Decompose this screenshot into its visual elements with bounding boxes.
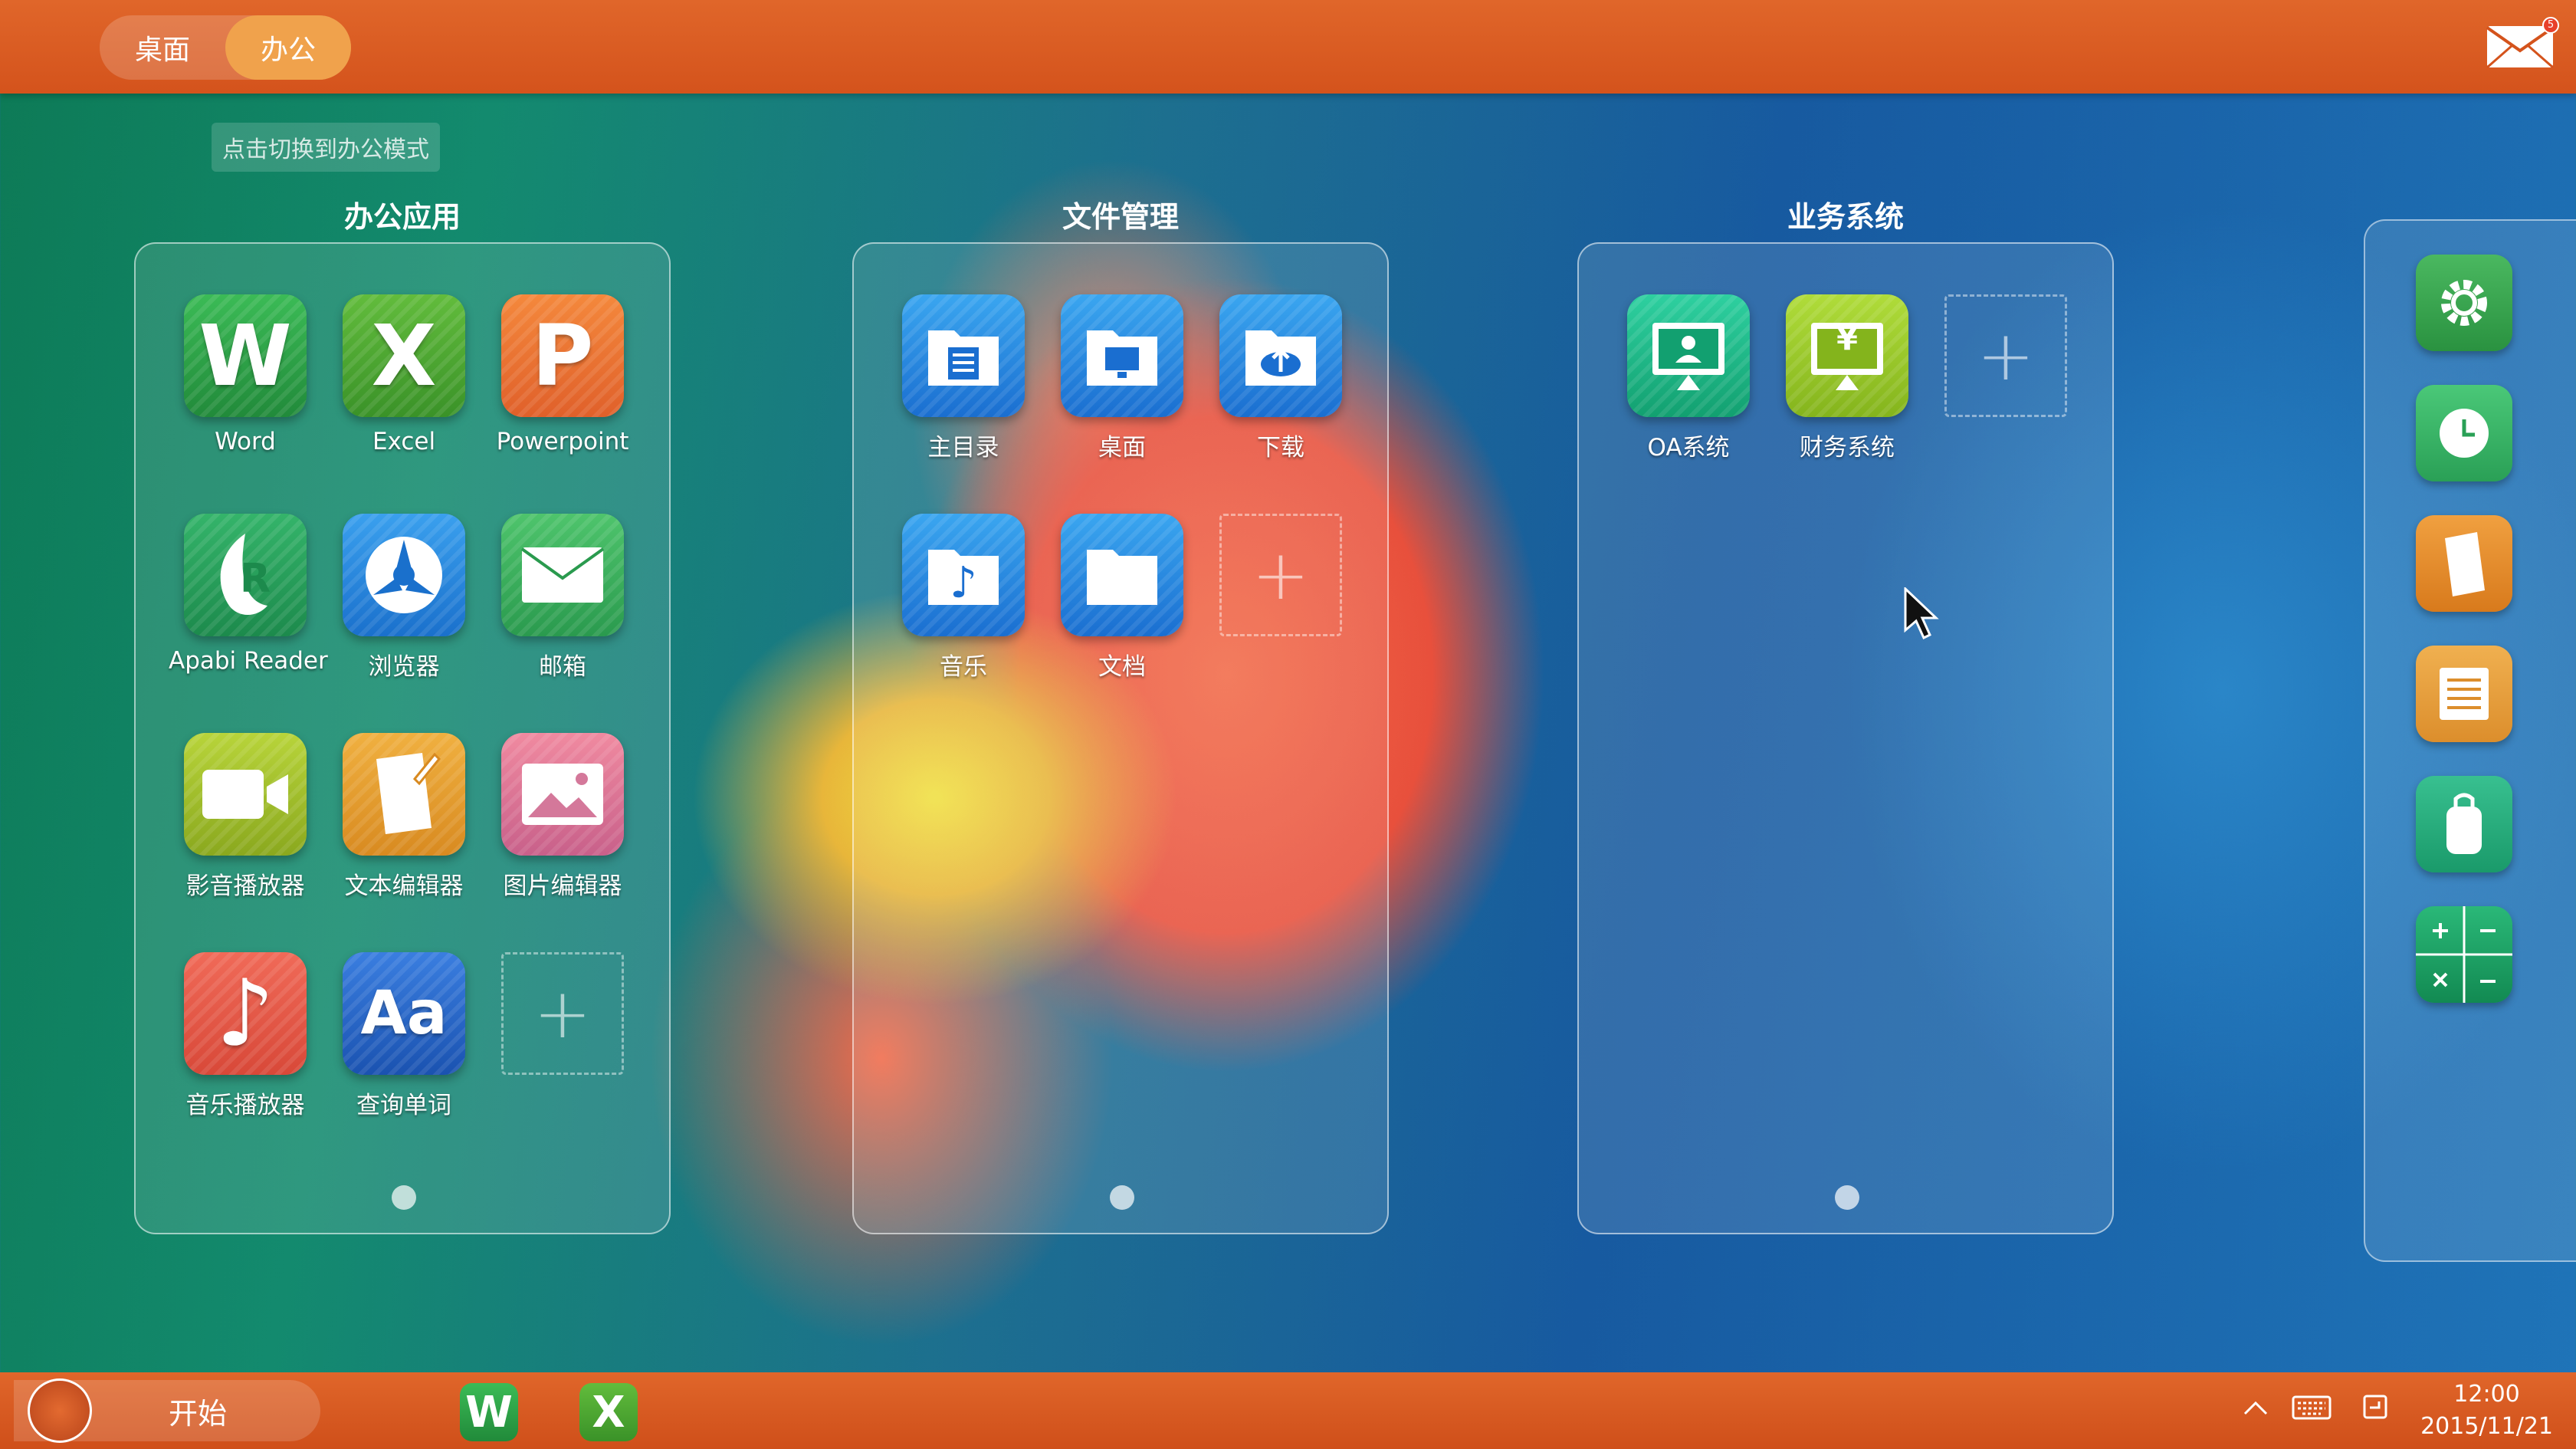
word-icon: W bbox=[184, 294, 307, 417]
app-label: 邮箱 bbox=[539, 653, 586, 681]
image-editor-icon bbox=[501, 733, 624, 856]
app-label: 文本编辑器 bbox=[344, 872, 464, 900]
folder-tile-home[interactable]: 主目录 bbox=[887, 294, 1040, 462]
app-label: 图片编辑器 bbox=[503, 872, 622, 900]
excel-icon: X bbox=[343, 294, 465, 417]
folder-tile-desktop[interactable]: 桌面 bbox=[1045, 294, 1199, 462]
app-label: 查询单词 bbox=[356, 1092, 451, 1119]
system-clock[interactable]: 12:00 2015/11/21 bbox=[2420, 1378, 2553, 1443]
apabi-reader-icon: R bbox=[184, 514, 307, 636]
add-system-button[interactable]: + bbox=[1929, 294, 2082, 417]
app-label: Excel bbox=[372, 428, 436, 455]
powerpoint-icon: P bbox=[501, 294, 624, 417]
page-indicator-dot[interactable] bbox=[1835, 1185, 1859, 1210]
settings-icon[interactable] bbox=[2416, 255, 2512, 351]
office-mode-button[interactable]: 办公 bbox=[225, 15, 351, 80]
mode-switch: 桌面 办公 bbox=[100, 15, 351, 80]
clock-date: 2015/11/21 bbox=[2420, 1413, 2553, 1440]
dictionary-icon: Aa bbox=[343, 952, 465, 1075]
browser-icon bbox=[343, 514, 465, 636]
file-management-panel: 主目录 桌面 下载 ♪ 音乐 文档 + bbox=[852, 242, 1389, 1234]
panel-title-business-systems: 业务系统 bbox=[1787, 200, 1904, 234]
app-tile-powerpoint[interactable]: P Powerpoint bbox=[486, 294, 639, 455]
app-label: 音乐播放器 bbox=[185, 1092, 305, 1119]
panel-title-office-apps: 办公应用 bbox=[343, 200, 461, 234]
top-bar: 桌面 办公 5 bbox=[0, 0, 2576, 94]
app-tile-word[interactable]: W Word bbox=[169, 294, 322, 455]
taskbar: 开始 W X 12:00 2015/11/21 bbox=[0, 1372, 2576, 1449]
clock-time: 12:00 bbox=[2453, 1381, 2520, 1408]
app-label: 浏览器 bbox=[368, 653, 440, 681]
business-systems-panel: OA系统 ¥ 财务系统 + bbox=[1577, 242, 2114, 1234]
oa-system-icon bbox=[1627, 294, 1750, 417]
right-widget-sidebar bbox=[2364, 219, 2576, 1262]
app-tile-browser[interactable]: 浏览器 bbox=[327, 514, 481, 682]
excel-taskbar-icon[interactable]: X bbox=[579, 1383, 638, 1441]
app-tile-image-editor[interactable]: 图片编辑器 bbox=[486, 733, 639, 901]
app-label: 影音播放器 bbox=[185, 872, 305, 900]
panel-title-file-management: 文件管理 bbox=[1062, 200, 1179, 234]
backpack-icon[interactable] bbox=[2416, 776, 2512, 872]
plus-icon: + bbox=[1944, 294, 2067, 417]
add-app-button[interactable]: + bbox=[486, 952, 639, 1075]
app-tile-excel[interactable]: X Excel bbox=[327, 294, 481, 455]
start-logo-icon bbox=[28, 1378, 92, 1443]
music-folder-icon: ♪ bbox=[902, 514, 1025, 636]
keyboard-icon[interactable] bbox=[2292, 1395, 2332, 1420]
app-label: Apabi Reader bbox=[169, 647, 328, 675]
video-player-icon bbox=[184, 733, 307, 856]
folder-label: 桌面 bbox=[1098, 434, 1146, 462]
page-indicator-dot[interactable] bbox=[1110, 1185, 1134, 1210]
app-label: 财务系统 bbox=[1800, 434, 1895, 462]
app-tile-text-editor[interactable]: 文本编辑器 bbox=[327, 733, 481, 901]
app-tile-apabi-reader[interactable]: R Apabi Reader bbox=[169, 514, 328, 675]
plus-icon: + bbox=[1219, 514, 1342, 636]
chevron-up-icon[interactable] bbox=[2243, 1398, 2269, 1417]
input-method-icon[interactable] bbox=[2362, 1394, 2388, 1420]
folder-tile-music[interactable]: ♪ 音乐 bbox=[887, 514, 1040, 682]
calculator-icon[interactable] bbox=[2416, 906, 2512, 1003]
folder-label: 下载 bbox=[1257, 434, 1304, 462]
folder-tile-downloads[interactable]: 下载 bbox=[1204, 294, 1357, 462]
word-taskbar-icon[interactable]: W bbox=[460, 1383, 518, 1441]
mail-icon bbox=[501, 514, 624, 636]
svg-text:R: R bbox=[240, 556, 271, 602]
app-label: Word bbox=[215, 428, 276, 455]
mail-icon[interactable]: 5 bbox=[2486, 17, 2559, 69]
app-label: OA系统 bbox=[1647, 434, 1730, 462]
folder-label: 主目录 bbox=[927, 434, 999, 462]
finance-system-icon: ¥ bbox=[1786, 294, 1908, 417]
mail-badge: 5 bbox=[2542, 17, 2559, 34]
documents-folder-icon bbox=[1061, 514, 1183, 636]
app-tile-finance-system[interactable]: ¥ 财务系统 bbox=[1770, 294, 1924, 462]
mode-tooltip: 点击切换到办公模式 bbox=[212, 123, 440, 172]
music-player-icon: ♪ bbox=[184, 952, 307, 1075]
start-label: 开始 bbox=[169, 1396, 228, 1431]
page-indicator-dot[interactable] bbox=[392, 1185, 416, 1210]
app-tile-oa-system[interactable]: OA系统 bbox=[1612, 294, 1765, 462]
folder-tile-documents[interactable]: 文档 bbox=[1045, 514, 1199, 682]
clock-icon[interactable] bbox=[2416, 385, 2512, 481]
desktop-folder-icon bbox=[1061, 294, 1183, 417]
folder-label: 音乐 bbox=[940, 653, 987, 681]
desktop-mode-button[interactable]: 桌面 bbox=[100, 15, 225, 80]
app-tile-video-player[interactable]: 影音播放器 bbox=[169, 733, 322, 901]
app-tile-mail[interactable]: 邮箱 bbox=[486, 514, 639, 682]
add-folder-button[interactable]: + bbox=[1204, 514, 1357, 636]
mouse-cursor-icon bbox=[1904, 587, 1939, 640]
office-apps-panel: W Word X Excel P Powerpoint R Apabi Read… bbox=[134, 242, 671, 1234]
download-folder-icon bbox=[1219, 294, 1342, 417]
app-tile-music-player[interactable]: ♪ 音乐播放器 bbox=[169, 952, 322, 1120]
app-label: Powerpoint bbox=[496, 428, 629, 455]
text-editor-icon bbox=[343, 733, 465, 856]
notes-icon[interactable] bbox=[2416, 515, 2512, 612]
start-button[interactable]: 开始 bbox=[14, 1378, 320, 1443]
folder-label: 文档 bbox=[1098, 653, 1146, 681]
list-icon[interactable] bbox=[2416, 646, 2512, 742]
app-tile-dictionary[interactable]: Aa 查询单词 bbox=[327, 952, 481, 1120]
home-folder-icon bbox=[902, 294, 1025, 417]
plus-icon: + bbox=[501, 952, 624, 1075]
